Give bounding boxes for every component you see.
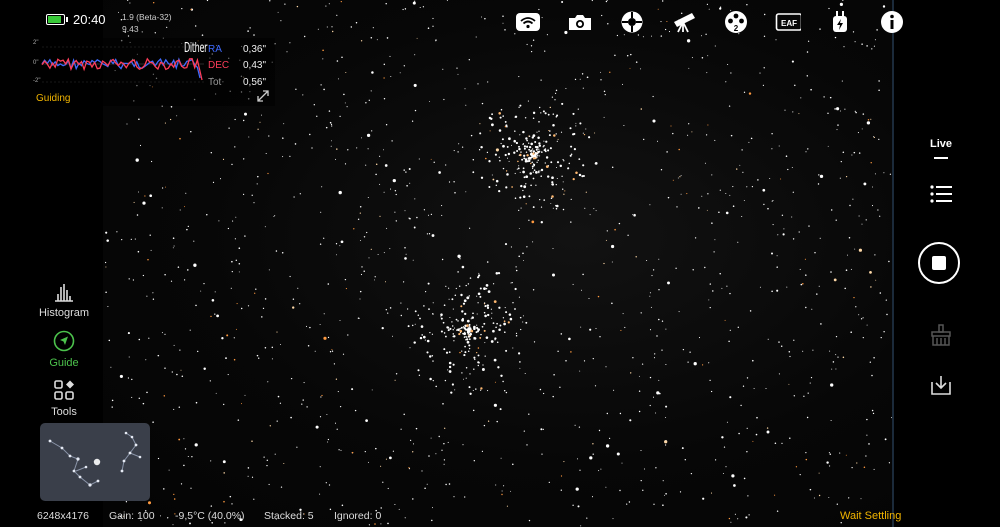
histogram-icon <box>55 284 73 302</box>
guide-graph <box>41 46 204 83</box>
guide-graph-panel[interactable]: 2" 0" -2" Dither RA 0,36" DEC 0,43" Tot … <box>30 38 275 106</box>
tools-icon <box>54 380 74 400</box>
histogram-label: Histogram <box>38 307 90 319</box>
dither-label: Dither <box>184 41 208 56</box>
guide-label: Guide <box>49 357 79 369</box>
eaf-icon[interactable]: EAF <box>775 10 801 34</box>
brush-clear-icon <box>931 324 951 346</box>
top-toolbar: 2 EAF <box>0 10 1000 34</box>
stacked-count: Stacked: 5 <box>264 510 314 522</box>
clear-button[interactable] <box>928 322 954 348</box>
filter-wheel-icon[interactable]: 2 <box>723 10 749 34</box>
save-button[interactable] <box>928 372 954 398</box>
power-plug-icon[interactable] <box>827 10 853 34</box>
y-label-mid: 0" <box>33 60 39 66</box>
stop-button[interactable] <box>918 242 960 284</box>
rms-ra-label: RA <box>208 44 222 55</box>
camera-icon[interactable] <box>567 10 593 34</box>
ignored-count: Ignored: 0 <box>334 510 382 522</box>
tools-button[interactable]: Tools <box>28 379 100 418</box>
gain-readout: Gain: 100 <box>109 510 155 522</box>
expand-icon[interactable] <box>257 90 269 102</box>
guide-button[interactable]: Guide <box>28 330 100 369</box>
rms-dec-label: DEC <box>208 60 230 71</box>
focuser-target-icon[interactable] <box>619 10 645 34</box>
filter-wheel-number: 2 <box>734 24 739 33</box>
state-status: Wait Settling <box>840 510 902 522</box>
sky-minimap[interactable] <box>40 423 150 501</box>
sensor-temp-readout: -9,5°C (40.0%) <box>175 510 245 522</box>
rms-dec-value: 0,43" <box>243 60 267 71</box>
y-label-top: 2" <box>33 40 39 46</box>
stop-icon <box>932 256 946 270</box>
rms-tot-value: 0,56" <box>243 77 267 88</box>
constellation-map <box>48 431 142 487</box>
eaf-text: EAF <box>781 19 797 28</box>
guide-icon <box>53 330 75 352</box>
resolution-readout: 6248x4176 <box>37 510 89 522</box>
live-mode-indicator <box>934 157 948 159</box>
list-icon <box>930 185 952 203</box>
field-marker <box>93 458 101 466</box>
telescope-icon[interactable] <box>671 10 697 34</box>
tools-label: Tools <box>51 406 77 418</box>
y-label-bottom: -2" <box>33 78 41 84</box>
wifi-icon[interactable] <box>515 10 541 34</box>
live-mode-label[interactable]: Live <box>920 138 962 150</box>
rms-tot-label: Tot <box>208 77 222 88</box>
guiding-title: Guiding <box>36 93 71 104</box>
histogram-button[interactable]: Histogram <box>28 282 100 319</box>
list-menu-button[interactable] <box>928 182 954 206</box>
rms-ra-value: 0,36" <box>243 44 267 55</box>
download-icon <box>931 376 951 395</box>
info-icon[interactable] <box>879 10 905 34</box>
